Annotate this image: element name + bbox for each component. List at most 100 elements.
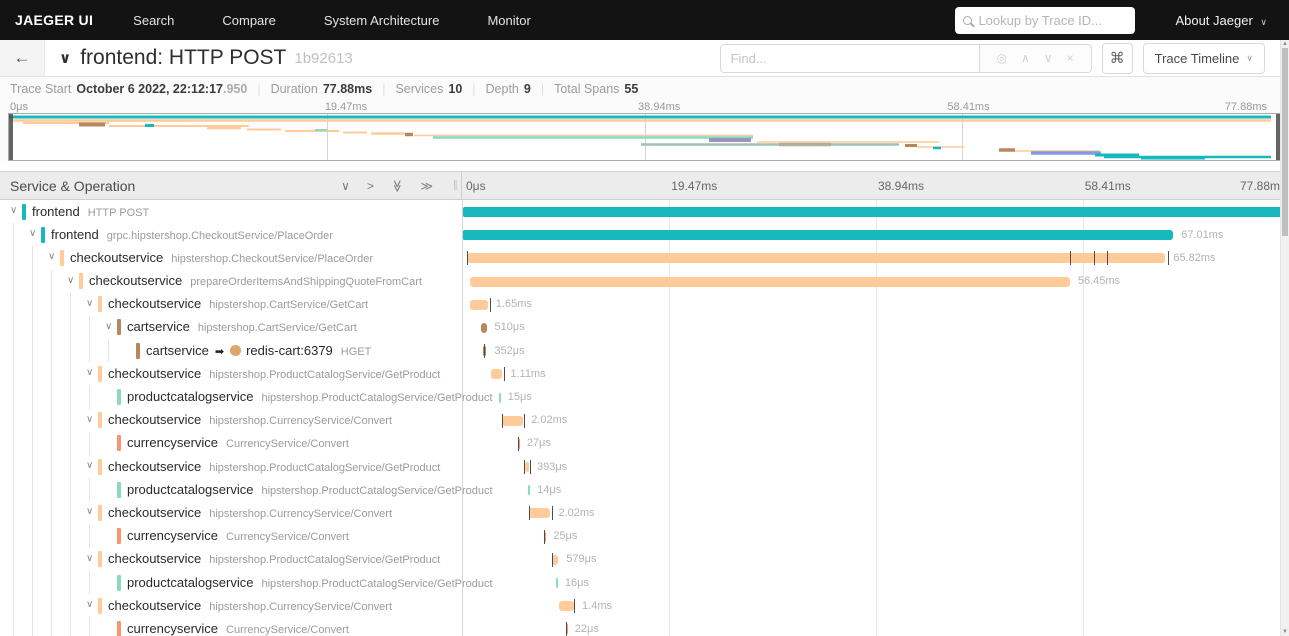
span-bar-cell[interactable]: 67.01ms	[462, 223, 1289, 246]
span-row[interactable]: productcatalogservice hipstershop.Product…	[0, 478, 1289, 502]
nav-item-compare[interactable]: Compare	[222, 13, 275, 28]
collapse-header-icon[interactable]: ∨	[59, 49, 71, 67]
scrollbar-thumb[interactable]	[1282, 48, 1288, 236]
expand-all-icon[interactable]: ≫	[420, 180, 433, 192]
span-name-cell[interactable]: ∨ checkoutservice hipstershop.CurrencyServ…	[0, 501, 462, 525]
span-duration-bar[interactable]	[501, 415, 524, 426]
span-row[interactable]: productcatalogservice hipstershop.Product…	[0, 571, 1289, 595]
span-duration-bar[interactable]	[470, 299, 488, 310]
span-row[interactable]: ∨ frontend HTTP POST	[0, 200, 1289, 223]
span-bar-cell[interactable]: 22μs	[462, 617, 1289, 636]
span-bar-cell[interactable]: 65.82ms	[462, 246, 1289, 269]
row-expander-icon[interactable]: ∨	[86, 367, 93, 378]
span-bar-cell[interactable]: 1.11ms	[462, 362, 1289, 385]
pane-resize-grip[interactable]: ∥	[453, 180, 459, 191]
span-row[interactable]: cartservice ➡ redis-cart:6379 HGET 352μs	[0, 339, 1289, 363]
span-row[interactable]: ∨ checkoutservice hipstershop.CurrencyServ…	[0, 501, 1289, 525]
trace-minimap[interactable]	[8, 113, 1281, 161]
pane-divider[interactable]	[462, 200, 463, 636]
row-expander-icon[interactable]: ∨	[67, 275, 74, 286]
trace-view-select[interactable]: Trace Timeline ∨	[1142, 42, 1265, 74]
row-expander-icon[interactable]: ∨	[86, 553, 93, 564]
span-bar-cell[interactable]: 27μs	[462, 432, 1289, 455]
span-row[interactable]: ∨ checkoutservice hipstershop.ProductCatal…	[0, 547, 1289, 571]
span-bar-cell[interactable]: 393μs	[462, 455, 1289, 478]
row-expander-icon[interactable]: ∨	[86, 506, 93, 517]
collapse-all-icon[interactable]: ≫	[390, 179, 404, 192]
span-row[interactable]: productcatalogservice hipstershop.Product…	[0, 385, 1289, 409]
span-name-cell[interactable]: ∨ checkoutservice hipstershop.ProductCatal…	[0, 455, 462, 479]
span-row[interactable]: currencyservice CurrencyService/Convert 22…	[0, 617, 1289, 636]
about-jaeger-menu[interactable]: About Jaeger ∨	[1175, 13, 1267, 28]
row-expander-icon[interactable]: ∨	[86, 414, 93, 425]
row-expander-icon[interactable]: ∨	[86, 599, 93, 610]
span-name-cell[interactable]: currencyservice CurrencyService/Convert	[0, 431, 462, 456]
row-expander-icon[interactable]: ∨	[48, 251, 55, 262]
span-name-cell[interactable]: ∨ checkoutservice hipstershop.CartService/…	[0, 292, 462, 316]
span-name-cell[interactable]: ∨ frontend HTTP POST	[0, 200, 462, 223]
span-name-cell[interactable]: currencyservice CurrencyService/Convert	[0, 524, 462, 548]
find-input[interactable]	[719, 43, 980, 73]
span-bar-cell[interactable]: 25μs	[462, 525, 1289, 548]
scroll-up-icon[interactable]: ▲	[1281, 41, 1289, 47]
span-bar-cell[interactable]: 1.65ms	[462, 293, 1289, 316]
span-bar-cell[interactable]: 16μs	[462, 571, 1289, 594]
span-name-cell[interactable]: ∨ checkoutservice prepareOrderItemsAndShip…	[0, 269, 462, 293]
span-row[interactable]: ∨ checkoutservice hipstershop.CurrencyServ…	[0, 408, 1289, 432]
span-name-cell[interactable]: cartservice ➡ redis-cart:6379 HGET	[0, 339, 462, 363]
span-bar-cell[interactable]: 56.45ms	[462, 270, 1289, 293]
back-button[interactable]: ←	[0, 40, 45, 76]
nav-item-search[interactable]: Search	[133, 13, 174, 28]
span-duration-bar[interactable]	[559, 601, 575, 612]
next-match-icon[interactable]: ∨	[1044, 51, 1053, 65]
span-bar-cell[interactable]: 1.4ms	[462, 594, 1289, 617]
scroll-down-icon[interactable]: ▼	[1281, 629, 1289, 635]
span-bar-cell[interactable]: 15μs	[462, 386, 1289, 409]
row-expander-icon[interactable]: ∨	[105, 321, 112, 332]
span-name-cell[interactable]: ∨ checkoutservice hipstershop.ProductCatal…	[0, 547, 462, 571]
row-expander-icon[interactable]: ∨	[10, 205, 17, 216]
nav-item-monitor[interactable]: Monitor	[487, 13, 530, 28]
span-bar-cell[interactable]: 14μs	[462, 478, 1289, 501]
keyboard-shortcuts-button[interactable]: ⌘	[1101, 42, 1133, 74]
collapse-one-icon[interactable]: ∨	[341, 180, 350, 192]
prev-match-icon[interactable]: ∧	[1021, 51, 1030, 65]
span-row[interactable]: currencyservice CurrencyService/Convert 27…	[0, 431, 1289, 456]
span-name-cell[interactable]: ∨ checkoutservice hipstershop.CheckoutServ…	[0, 246, 462, 270]
row-expander-icon[interactable]: ∨	[86, 460, 93, 471]
span-name-cell[interactable]: productcatalogservice hipstershop.Product…	[0, 478, 493, 502]
span-duration-bar[interactable]	[462, 207, 1289, 217]
span-row[interactable]: ∨ checkoutservice hipstershop.CheckoutServ…	[0, 246, 1289, 270]
expand-one-icon[interactable]: >	[367, 180, 374, 192]
span-row[interactable]: ∨ checkoutservice hipstershop.CurrencyServ…	[0, 594, 1289, 618]
span-row[interactable]: ∨ checkoutservice hipstershop.ProductCatal…	[0, 362, 1289, 386]
minimap-left-handle[interactable]	[9, 114, 13, 160]
trace-lookup-input[interactable]	[978, 12, 1128, 28]
span-duration-bar[interactable]	[466, 253, 1166, 264]
span-name-cell[interactable]: ∨ checkoutservice hipstershop.CurrencyServ…	[0, 408, 462, 432]
span-row[interactable]: ∨ checkoutservice prepareOrderItemsAndShip…	[0, 269, 1289, 293]
span-row[interactable]: ∨ cartservice hipstershop.CartService/GetC…	[0, 315, 1289, 340]
span-name-cell[interactable]: ∨ frontend grpc.hipstershop.CheckoutServic…	[0, 223, 462, 247]
span-name-cell[interactable]: ∨ checkoutservice hipstershop.CurrencyServ…	[0, 594, 462, 618]
span-name-cell[interactable]: currencyservice CurrencyService/Convert	[0, 617, 462, 636]
span-bar-cell[interactable]	[462, 200, 1289, 223]
trace-lookup-box[interactable]	[955, 6, 1136, 34]
row-expander-icon[interactable]: ∨	[86, 298, 93, 309]
span-bar-cell[interactable]: 2.02ms	[462, 501, 1289, 524]
span-bar-cell[interactable]: 352μs	[462, 339, 1289, 362]
app-brand[interactable]: JAEGER UI	[15, 12, 93, 28]
span-row[interactable]: ∨ checkoutservice hipstershop.ProductCatal…	[0, 455, 1289, 479]
page-scrollbar[interactable]: ▲ ▼	[1280, 40, 1289, 636]
span-row[interactable]: ∨ frontend grpc.hipstershop.CheckoutServic…	[0, 223, 1289, 247]
span-duration-bar[interactable]	[490, 369, 503, 380]
nav-item-system-architecture[interactable]: System Architecture	[324, 13, 440, 28]
match-target-icon[interactable]: ◎	[997, 51, 1007, 65]
span-name-cell[interactable]: productcatalogservice hipstershop.Product…	[0, 571, 493, 595]
span-name-cell[interactable]: ∨ cartservice hipstershop.CartService/GetC…	[0, 315, 462, 340]
span-row[interactable]: currencyservice CurrencyService/Convert 25…	[0, 524, 1289, 548]
span-bar-cell[interactable]: 579μs	[462, 548, 1289, 571]
clear-find-icon[interactable]: ×	[1067, 51, 1074, 65]
span-row[interactable]: ∨ checkoutservice hipstershop.CartService/…	[0, 292, 1289, 316]
span-bar-cell[interactable]: 510μs	[462, 316, 1289, 339]
